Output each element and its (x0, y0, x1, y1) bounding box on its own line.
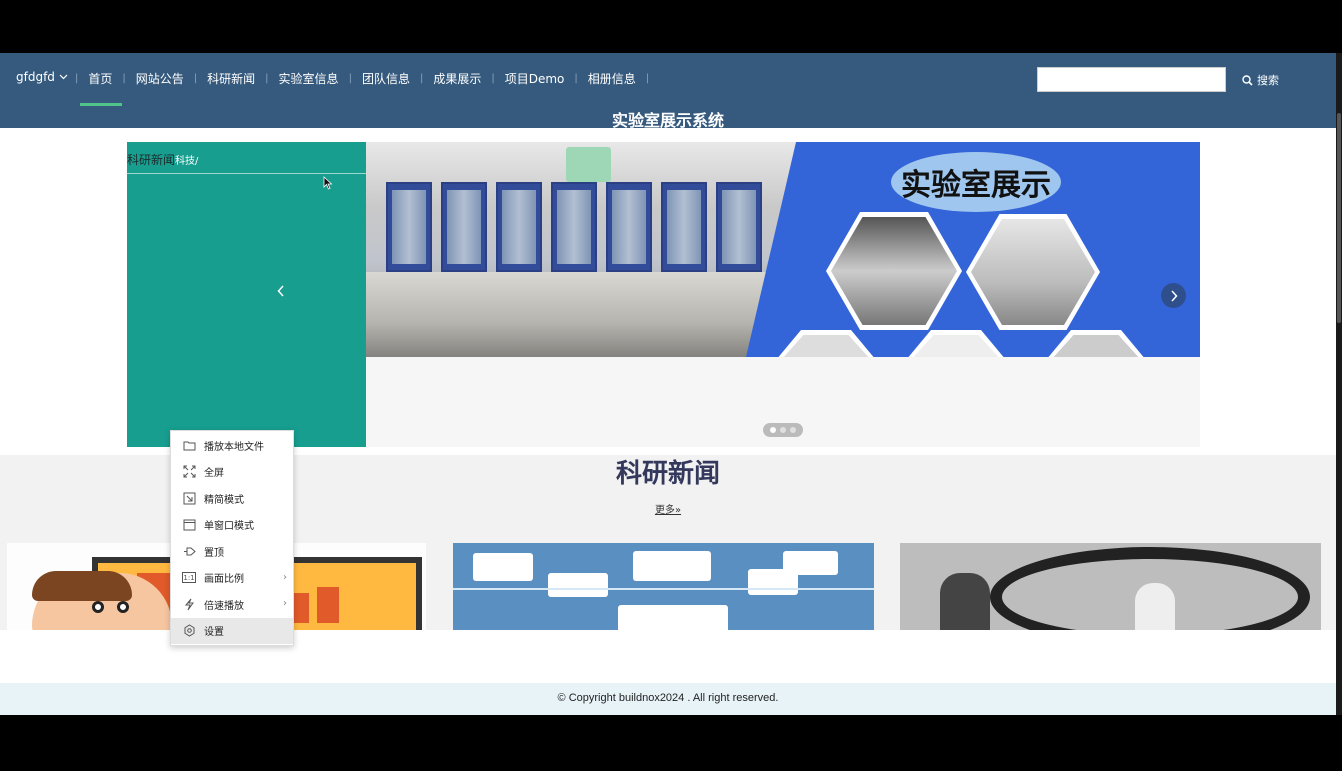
menu-item-fullscreen[interactable]: 全屏 (171, 459, 293, 486)
menu-item-label: 画面比例 (204, 574, 244, 586)
context-menu: 播放本地文件 全屏 精简模式 单窗口模式 置顶 1:1 画面比例 › 倍速播放 … (170, 430, 294, 646)
carousel-dot[interactable] (780, 427, 786, 433)
carousel-dot[interactable] (770, 427, 776, 433)
news-card[interactable] (453, 543, 874, 630)
bottom-black-bar (0, 715, 1342, 771)
menu-item-play-local-file[interactable]: 播放本地文件 (171, 432, 293, 459)
nav-item-announcements[interactable]: 网站公告 (126, 70, 194, 87)
menu-item-label: 精简模式 (204, 494, 244, 506)
chevron-left-icon (277, 285, 284, 297)
menu-item-compact-mode[interactable]: 精简模式 (171, 485, 293, 512)
lab-photo (366, 142, 796, 357)
menu-item-label: 置顶 (204, 547, 224, 559)
nav-item-home[interactable]: 首页 (78, 70, 123, 106)
menu-item-label: 单窗口模式 (204, 521, 254, 533)
search-input[interactable] (1037, 67, 1226, 92)
nav-item-achievements[interactable]: 成果展示 (423, 70, 491, 87)
compact-mode-icon (182, 491, 196, 505)
pin-icon (182, 544, 196, 558)
news-card[interactable] (900, 543, 1321, 630)
chevron-right-icon (1170, 289, 1178, 302)
chevron-down-icon (59, 74, 68, 80)
double-chevron-right-icon: » (674, 505, 682, 516)
footer: © Copyright buildnox2024 . All right res… (0, 683, 1336, 715)
menu-item-label: 倍速播放 (204, 600, 244, 612)
carousel-next-button[interactable] (1161, 283, 1186, 308)
menu-item-label: 设置 (204, 627, 224, 639)
scrollbar-thumb[interactable] (1337, 113, 1341, 323)
nav-item-research-news[interactable]: 科研新闻 (197, 70, 265, 87)
menu-item-single-window[interactable]: 单窗口模式 (171, 512, 293, 539)
menu-item-settings[interactable]: 设置 (171, 617, 293, 644)
nav-menu: | 首页 | 网站公告 | 科研新闻 | 实验室信息 | 团队信息 | 成果展示… (75, 70, 650, 106)
more-link-label: 更多 (654, 505, 675, 516)
folder-icon (182, 438, 196, 452)
speed-icon (182, 597, 196, 611)
user-name: gfdgfd (16, 70, 55, 84)
menu-item-label: 播放本地文件 (204, 441, 264, 453)
site-title: 实验室展示系统 (611, 111, 724, 130)
nav-item-lab-info[interactable]: 实验室信息 (269, 70, 349, 87)
banner: 科研新闻科技/ 实验室展示 (127, 142, 1200, 447)
chevron-right-icon: › (283, 598, 287, 609)
carousel-prev-button[interactable] (277, 285, 285, 301)
settings-icon (182, 624, 196, 638)
nav-item-team-info[interactable]: 团队信息 (352, 70, 420, 87)
menu-item-aspect-ratio[interactable]: 1:1 画面比例 › (171, 565, 293, 592)
nav-item-project-demo[interactable]: 项目Demo (495, 70, 575, 87)
carousel-slide[interactable]: 实验室展示 (366, 142, 1200, 357)
fullscreen-icon (182, 465, 196, 479)
slide-caption: 实验室展示 (891, 152, 1061, 212)
window-icon (182, 518, 196, 532)
menu-item-label: 全屏 (204, 468, 224, 480)
top-nav: gfdgfd | 首页 | 网站公告 | 科研新闻 | 实验室信息 | 团队信息… (0, 53, 1336, 130)
user-menu[interactable]: gfdgfd (16, 70, 68, 84)
copyright-text: © Copyright buildnox2024 . All right res… (557, 692, 779, 704)
menu-item-pin-top[interactable]: 置顶 (171, 538, 293, 565)
news-panel-category[interactable]: 科技/ (175, 156, 198, 167)
aspect-ratio-icon: 1:1 (182, 572, 196, 584)
search-button-label: 搜索 (1257, 74, 1279, 87)
menu-item-playback-speed[interactable]: 倍速播放 › (171, 591, 293, 618)
search-button[interactable]: 搜索 (1242, 72, 1279, 88)
chevron-right-icon: › (283, 571, 287, 583)
top-black-bar (0, 0, 1342, 53)
nav-item-album[interactable]: 相册信息 (578, 70, 646, 87)
news-panel-title[interactable]: 科研新闻 (127, 153, 175, 167)
mouse-cursor-icon (323, 176, 333, 190)
page-scrollbar[interactable] (1336, 53, 1342, 715)
carousel-dot[interactable] (790, 427, 796, 433)
search-icon (1242, 74, 1253, 86)
news-panel-header: 科研新闻科技/ (127, 151, 366, 174)
carousel-indicators (763, 423, 803, 437)
